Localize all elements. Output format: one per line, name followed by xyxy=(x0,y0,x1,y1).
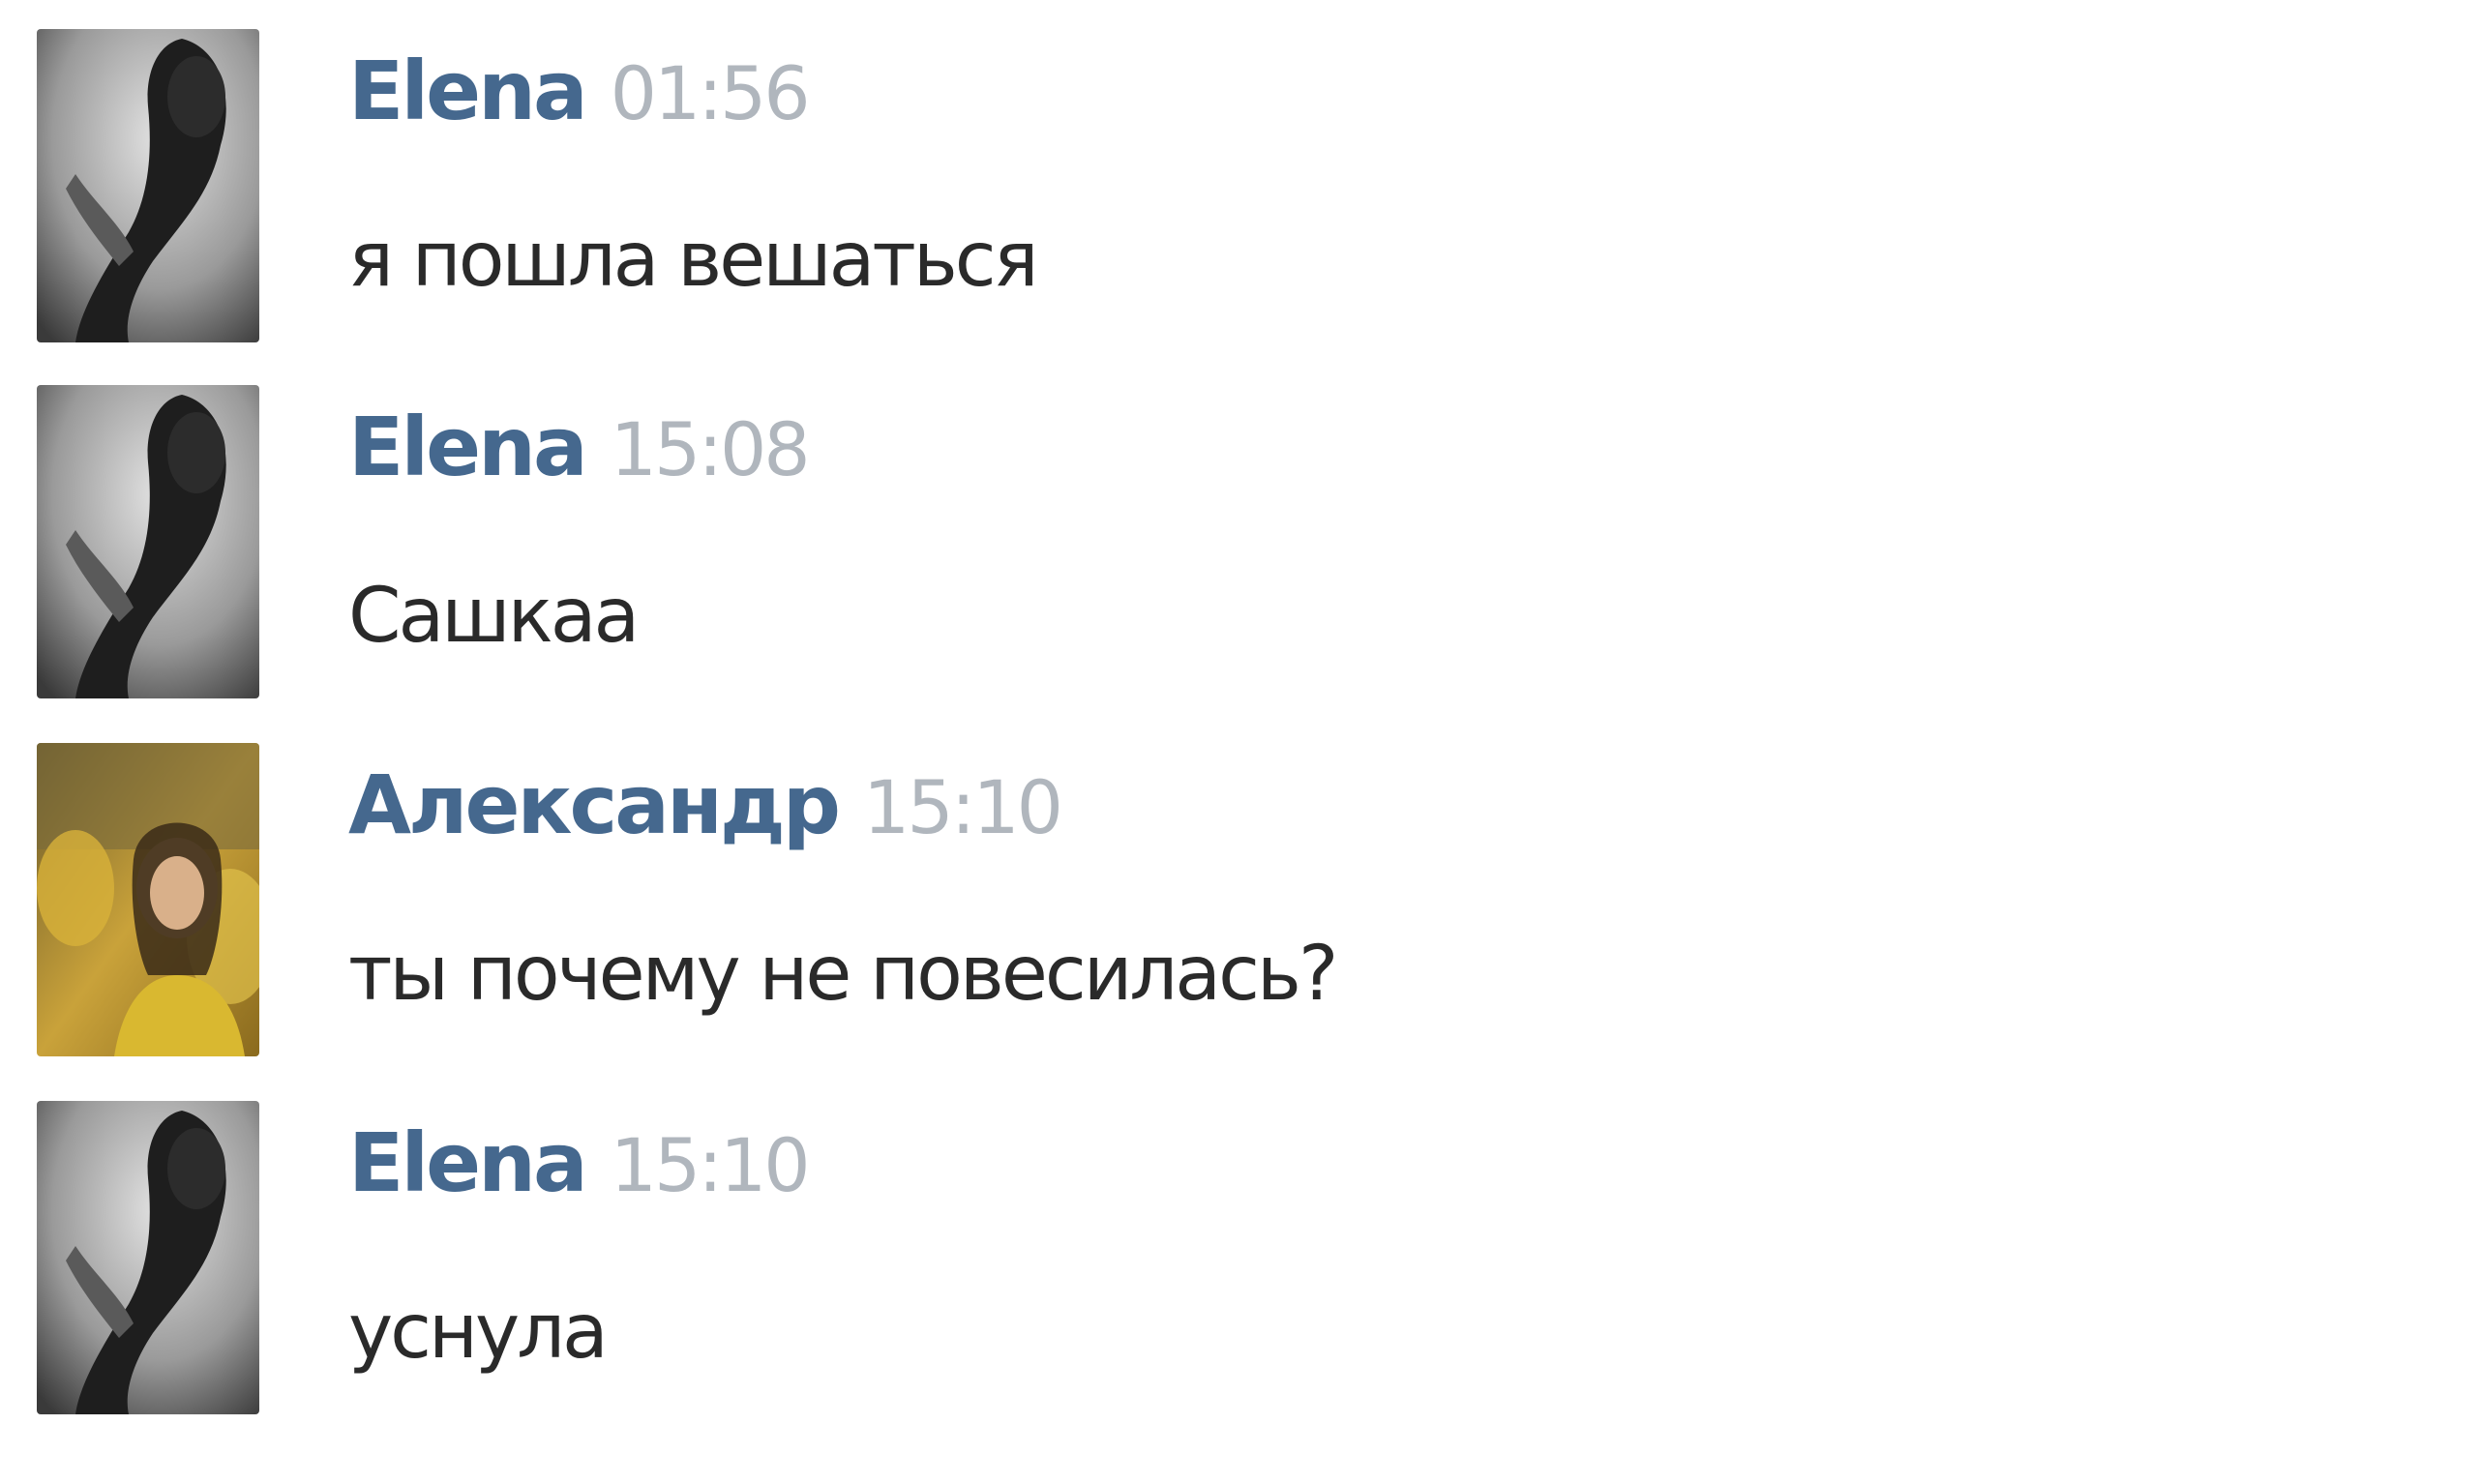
message-header: Александр 15:10 xyxy=(348,764,1063,846)
elena-avatar[interactable] xyxy=(37,385,259,698)
message-header: Elena 15:08 xyxy=(348,406,811,488)
message-item: Александр 15:10 ты почему не повесилась? xyxy=(37,743,2436,1062)
author-name-link[interactable]: Elena xyxy=(348,1115,588,1210)
message-time: 15:08 xyxy=(610,406,811,492)
message-text: уснула xyxy=(348,1289,609,1376)
elena-avatar[interactable] xyxy=(37,1101,259,1414)
message-header: Elena 01:56 xyxy=(348,50,811,132)
message-time: 15:10 xyxy=(863,764,1063,850)
message-time: 01:56 xyxy=(610,50,811,136)
author-name-link[interactable]: Александр xyxy=(348,757,841,852)
chat-history: Elena 01:56 я пошла вешаться Elena 15:08 С… xyxy=(0,0,2477,1484)
message-header: Elena 15:10 xyxy=(348,1122,811,1203)
aleksandr-avatar[interactable] xyxy=(37,743,259,1056)
message-text: Сашкаа xyxy=(348,573,640,660)
message-item: Elena 15:08 Сашкаа xyxy=(37,385,2436,704)
message-text: ты почему не повесилась? xyxy=(348,931,1338,1018)
message-item: Elena 15:10 уснула xyxy=(37,1101,2436,1420)
elena-avatar[interactable] xyxy=(37,29,259,342)
message-item: Elena 01:56 я пошла вешаться xyxy=(37,29,2436,348)
author-name-link[interactable]: Elena xyxy=(348,44,588,138)
message-text: я пошла вешаться xyxy=(348,217,1039,304)
message-time: 15:10 xyxy=(610,1122,811,1208)
author-name-link[interactable]: Elena xyxy=(348,400,588,494)
